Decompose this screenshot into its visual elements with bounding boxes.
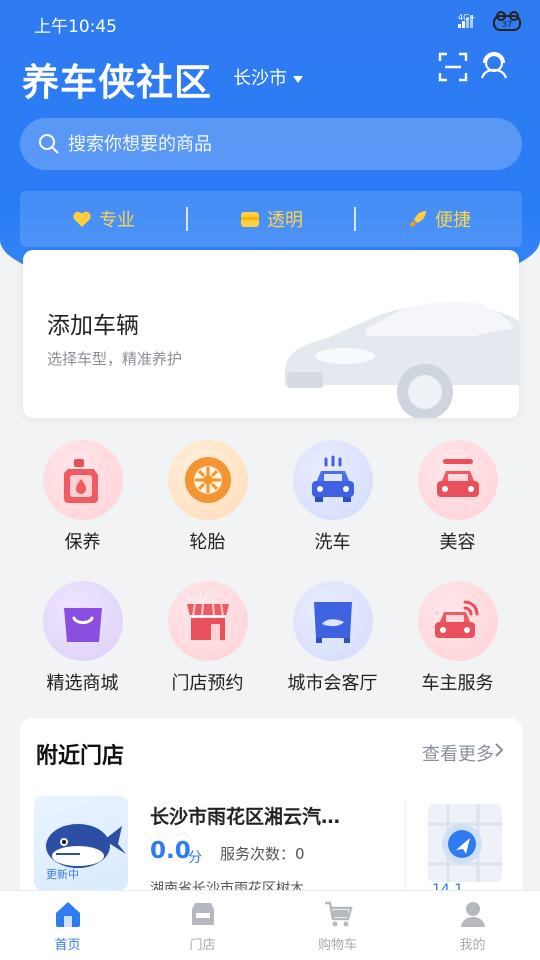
feature-label: 透明 (267, 210, 303, 231)
heart-icon (73, 211, 91, 227)
svg-text:37: 37 (502, 20, 512, 29)
service-tire[interactable]: 轮胎 (145, 440, 270, 554)
status-bar: 上午10:45 4G+ 37 (0, 0, 540, 44)
oil-bottle-icon (63, 459, 98, 503)
divider (405, 802, 406, 902)
service-maintenance[interactable]: 保养 (20, 440, 145, 554)
maintenance-circle (42, 440, 123, 520)
app-brand-title: 养车侠社区 (22, 61, 212, 104)
customer-service-icon[interactable] (478, 50, 510, 82)
service-store-booking[interactable]: 门店预约 (145, 581, 270, 695)
chevron-right-icon[interactable] (494, 743, 504, 757)
service-city-lounge[interactable]: 城市会客厅 (270, 581, 395, 695)
city-lounge-circle (292, 581, 373, 661)
wallet-icon (241, 212, 259, 227)
service-mall[interactable]: 精选商城 (20, 581, 145, 695)
feature-transparent: 透明 (188, 206, 354, 232)
feature-strip: 专业 透明 便捷 (20, 191, 522, 247)
add-vehicle-subtitle: 选择车型，精准养护 (47, 350, 183, 368)
feature-label: 便捷 (435, 210, 471, 231)
tab-label: 我的 (459, 938, 486, 953)
tab-label: 门店 (189, 938, 216, 953)
service-label: 车主服务 (421, 673, 494, 694)
user-icon (460, 902, 485, 927)
store-icon (191, 903, 214, 925)
service-label: 门店预约 (171, 673, 244, 694)
signal-icon (458, 14, 474, 28)
bottom-tab-bar: 首页 门店 购物车 我的 (0, 890, 540, 960)
view-more-link[interactable]: 查看更多 (422, 740, 494, 766)
tab-cart[interactable]: 购物车 (270, 891, 405, 960)
store-booking-circle (167, 581, 248, 661)
caret-down-icon (293, 75, 303, 83)
cart-icon (324, 901, 353, 927)
store-score: 0.0 (150, 838, 191, 864)
add-vehicle-card[interactable]: 添加车辆 选择车型，精准养护 (23, 250, 519, 418)
search-input[interactable] (68, 133, 522, 155)
feature-convenient: 便捷 (356, 206, 522, 232)
city-selector[interactable]: 长沙市 (233, 64, 303, 90)
car-beauty-icon (436, 459, 479, 497)
search-icon (39, 134, 59, 154)
service-label: 城市会客厅 (287, 673, 378, 694)
tire-icon (184, 457, 231, 503)
store-map-thumbnail[interactable] (428, 804, 502, 882)
tab-home[interactable]: 首页 (0, 891, 135, 960)
store-name[interactable]: 长沙市雨花区湘云汽… (150, 802, 390, 829)
store-logo[interactable]: 更新中 (34, 796, 128, 890)
car-signal-icon (434, 600, 478, 638)
car-wash-circle (292, 440, 373, 520)
nearby-stores-section: 附近门店 查看更多 更新中 长沙市雨花区湘云汽… 0.0 分 服务次数：0 湖南… (20, 718, 522, 908)
logo-tag: 更新中 (46, 868, 79, 881)
feature-professional: 专业 (20, 206, 186, 232)
store-score-unit: 分 (188, 850, 202, 866)
tire-circle (167, 440, 248, 520)
status-time: 上午10:45 (34, 17, 117, 37)
tab-label: 购物车 (317, 938, 357, 953)
store-icon (186, 603, 229, 640)
service-label: 保养 (64, 532, 101, 553)
service-beauty[interactable]: 美容 (395, 440, 520, 554)
service-label: 精选商城 (46, 673, 119, 694)
home-icon (55, 902, 80, 927)
scan-icon[interactable] (438, 52, 468, 82)
search-bar[interactable] (20, 118, 522, 170)
tab-store[interactable]: 门店 (135, 891, 270, 960)
section-title: 附近门店 (36, 744, 125, 769)
add-vehicle-title: 添加车辆 (47, 313, 139, 339)
service-label: 洗车 (314, 532, 351, 553)
navigation-icon (428, 804, 502, 882)
service-label: 美容 (439, 532, 476, 553)
rocket-icon (410, 211, 426, 227)
car-wash-icon (311, 455, 354, 502)
city-label: 长沙市 (233, 68, 287, 89)
feature-label: 专业 (99, 210, 135, 231)
beauty-circle (417, 440, 498, 520)
service-car-wash[interactable]: 洗车 (270, 440, 395, 554)
battery-icon: 37 (493, 11, 521, 31)
tab-label: 首页 (54, 938, 81, 953)
tab-mine[interactable]: 我的 (405, 891, 540, 960)
store-service-count: 服务次数：0 (220, 845, 305, 863)
owner-service-circle (417, 581, 498, 661)
service-owner[interactable]: 车主服务 (395, 581, 520, 695)
service-label: 轮胎 (189, 532, 226, 553)
car-illustration-icon (285, 302, 519, 418)
shopping-bag-icon (63, 608, 102, 642)
mall-circle (42, 581, 123, 661)
sofa-icon (313, 602, 352, 643)
